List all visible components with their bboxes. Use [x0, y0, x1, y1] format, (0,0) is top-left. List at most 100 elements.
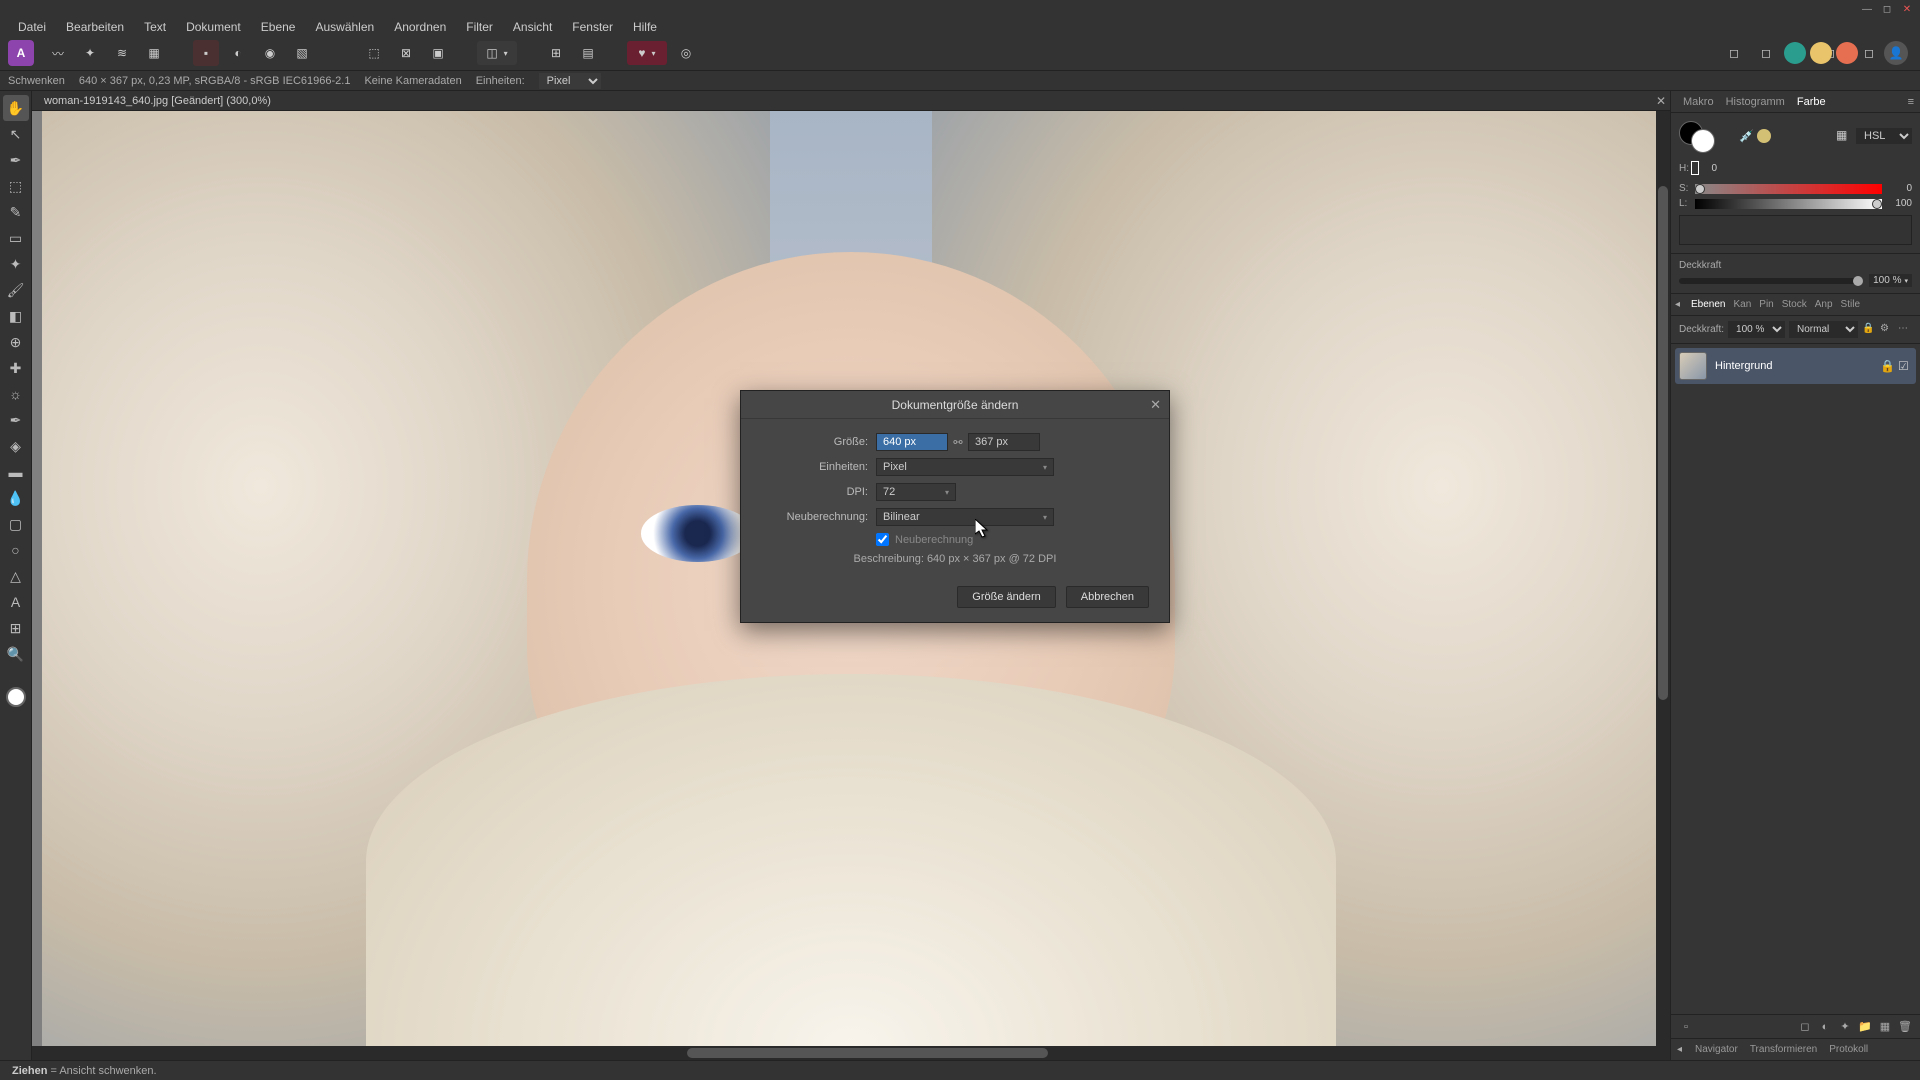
layer-more-icon[interactable]: ⋯ — [1898, 323, 1912, 337]
pen-tool-icon[interactable]: ✒ — [3, 407, 29, 433]
tool-flood-icon[interactable]: ◐ — [225, 40, 251, 66]
tab-navigator[interactable]: Navigator — [1689, 1044, 1744, 1055]
opacity-slider[interactable] — [1679, 278, 1863, 284]
tab-stock[interactable]: Stock — [1778, 299, 1811, 310]
add-pixel-layer-icon[interactable]: ▦ — [1876, 1018, 1894, 1036]
lightness-slider-thumb[interactable] — [1872, 199, 1882, 209]
move-tool-icon[interactable]: ↖ — [3, 121, 29, 147]
menu-anordnen[interactable]: Anordnen — [384, 20, 456, 34]
crop-tool-icon[interactable]: ⬚ — [3, 173, 29, 199]
tab-histogramm[interactable]: Histogramm — [1720, 96, 1791, 108]
lightness-slider[interactable] — [1695, 199, 1882, 209]
hue-slider-thumb[interactable] — [1691, 161, 1699, 175]
preview-icon[interactable]: ◎ — [673, 40, 699, 66]
horizontal-scrollbar-thumb[interactable] — [687, 1048, 1047, 1058]
color-chooser-icon[interactable]: ▦ — [1836, 128, 1852, 144]
sampled-color-icon[interactable] — [1757, 129, 1771, 143]
layer-blend-select[interactable]: Normal — [1789, 321, 1858, 338]
menu-hilfe[interactable]: Hilfe — [623, 20, 667, 34]
delete-layer-icon[interactable]: 🗑 — [1896, 1018, 1914, 1036]
menu-filter[interactable]: Filter — [456, 20, 503, 34]
foreground-color-swatch-icon[interactable] — [1691, 129, 1715, 153]
tool-autoselect-icon[interactable]: ▪ — [193, 40, 219, 66]
menu-dokument[interactable]: Dokument — [176, 20, 251, 34]
selection-none-icon[interactable]: ⬚ — [361, 40, 387, 66]
layer-fx-icon[interactable]: ⚙ — [1880, 323, 1894, 337]
group-layers-icon[interactable]: 📁 — [1856, 1018, 1874, 1036]
layer-item[interactable]: Hintergrund 🔒 ☑ — [1675, 348, 1916, 384]
arrange-icon[interactable]: ⊞ — [543, 40, 569, 66]
tab-kan[interactable]: Kan — [1729, 299, 1755, 310]
shape-ellipse-tool-icon[interactable]: ○ — [3, 537, 29, 563]
tab-anp[interactable]: Anp — [1811, 299, 1837, 310]
dpi-input[interactable]: 72▾ — [876, 483, 956, 501]
height-input[interactable] — [968, 433, 1040, 451]
units-select[interactable]: Pixel — [539, 73, 601, 89]
resample-checkbox[interactable] — [876, 533, 889, 546]
persona-2-icon[interactable] — [1810, 42, 1832, 64]
horizontal-scrollbar[interactable] — [32, 1046, 1670, 1060]
saturation-slider-thumb[interactable] — [1695, 184, 1705, 194]
persona-photo-icon[interactable]: 〰 — [45, 40, 71, 66]
resize-button[interactable]: Größe ändern — [957, 586, 1055, 608]
shape-rect-tool-icon[interactable]: ▢ — [3, 511, 29, 537]
layer-lock-indicator-icon[interactable]: 🔒 — [1880, 359, 1894, 373]
layer-opacity-select[interactable]: 100 % — [1728, 321, 1785, 338]
window-close-button[interactable]: ✕ — [1898, 0, 1916, 18]
hand-tool-icon[interactable]: ✋ — [3, 95, 29, 121]
saturation-slider[interactable] — [1695, 184, 1882, 194]
menu-datei[interactable]: Datei — [8, 20, 56, 34]
document-tab-close-icon[interactable]: ✕ — [1656, 94, 1666, 108]
l-value[interactable]: 100 — [1886, 198, 1912, 209]
s-value[interactable]: 0 — [1886, 183, 1912, 194]
clone-tool-icon[interactable]: ⊕ — [3, 329, 29, 355]
tool-gradient-icon[interactable]: ▧ — [289, 40, 315, 66]
paint-brush-tool-icon[interactable]: 🖌 — [3, 277, 29, 303]
vertical-scrollbar[interactable] — [1656, 111, 1670, 1046]
dialog-titlebar[interactable]: Dokumentgröße ändern ✕ — [741, 391, 1169, 419]
tab-farbe[interactable]: Farbe — [1791, 96, 1832, 108]
snap-icon[interactable]: ▤ — [575, 40, 601, 66]
menu-text[interactable]: Text — [134, 20, 176, 34]
flood-fill-tool-icon[interactable]: 💧 — [3, 485, 29, 511]
erase-tool-icon[interactable]: ◧ — [3, 303, 29, 329]
color-mode-select[interactable]: HSL — [1856, 128, 1912, 144]
panel-prev-icon[interactable]: ◂ — [1677, 1044, 1689, 1055]
color-picker-tool-icon[interactable]: ✒ — [3, 147, 29, 173]
document-tab[interactable]: woman-1919143_640.jpg [Geändert] (300,0%… — [36, 95, 279, 107]
eyedropper-icon[interactable]: 💉 — [1739, 129, 1753, 143]
cancel-button[interactable]: Abbrechen — [1066, 586, 1149, 608]
selection-all-icon[interactable]: ▣ — [425, 40, 451, 66]
width-input[interactable] — [876, 433, 948, 451]
menu-bearbeiten[interactable]: Bearbeiten — [56, 20, 134, 34]
units-select[interactable]: Pixel▾ — [876, 458, 1054, 476]
gradient-tool-icon[interactable]: ▬ — [3, 459, 29, 485]
zoom-tool-icon[interactable]: 🔍 — [3, 641, 29, 667]
text-tool-icon[interactable]: A — [3, 589, 29, 615]
node-tool-icon[interactable]: ◈ — [3, 433, 29, 459]
tab-transformieren[interactable]: Transformieren — [1744, 1044, 1823, 1055]
tab-stile[interactable]: Stile — [1837, 299, 1864, 310]
shape-triangle-tool-icon[interactable]: △ — [3, 563, 29, 589]
add-mask-icon[interactable]: ◻ — [1796, 1018, 1814, 1036]
tool-color-icon[interactable]: ◉ — [257, 40, 283, 66]
layer-visibility-icon[interactable]: ☑ — [1898, 359, 1912, 373]
add-live-filter-icon[interactable]: ✦ — [1836, 1018, 1854, 1036]
window-minimize-button[interactable]: — — [1858, 0, 1876, 18]
assist-dropdown[interactable]: ♥▾ — [627, 41, 667, 65]
layer-effects-icon[interactable]: ▫ — [1677, 1018, 1695, 1036]
quickmask-dropdown[interactable]: ◫▾ — [477, 41, 517, 65]
foreground-color-swatch[interactable] — [6, 687, 26, 707]
persona-1-icon[interactable] — [1784, 42, 1806, 64]
menu-ansicht[interactable]: Ansicht — [503, 20, 562, 34]
panel-prev-icon[interactable]: ◂ — [1675, 299, 1687, 310]
persona-3-icon[interactable] — [1836, 42, 1858, 64]
tab-pin[interactable]: Pin — [1755, 299, 1777, 310]
flood-select-tool-icon[interactable]: ✦ — [3, 251, 29, 277]
tab-protokoll[interactable]: Protokoll — [1823, 1044, 1874, 1055]
add-adjustment-icon[interactable]: ◐ — [1816, 1018, 1834, 1036]
account-button[interactable]: 👤 — [1884, 41, 1908, 65]
persona-develop-icon[interactable]: ≋ — [109, 40, 135, 66]
color-swatches[interactable] — [1679, 121, 1719, 151]
dodge-tool-icon[interactable]: ☼ — [3, 381, 29, 407]
